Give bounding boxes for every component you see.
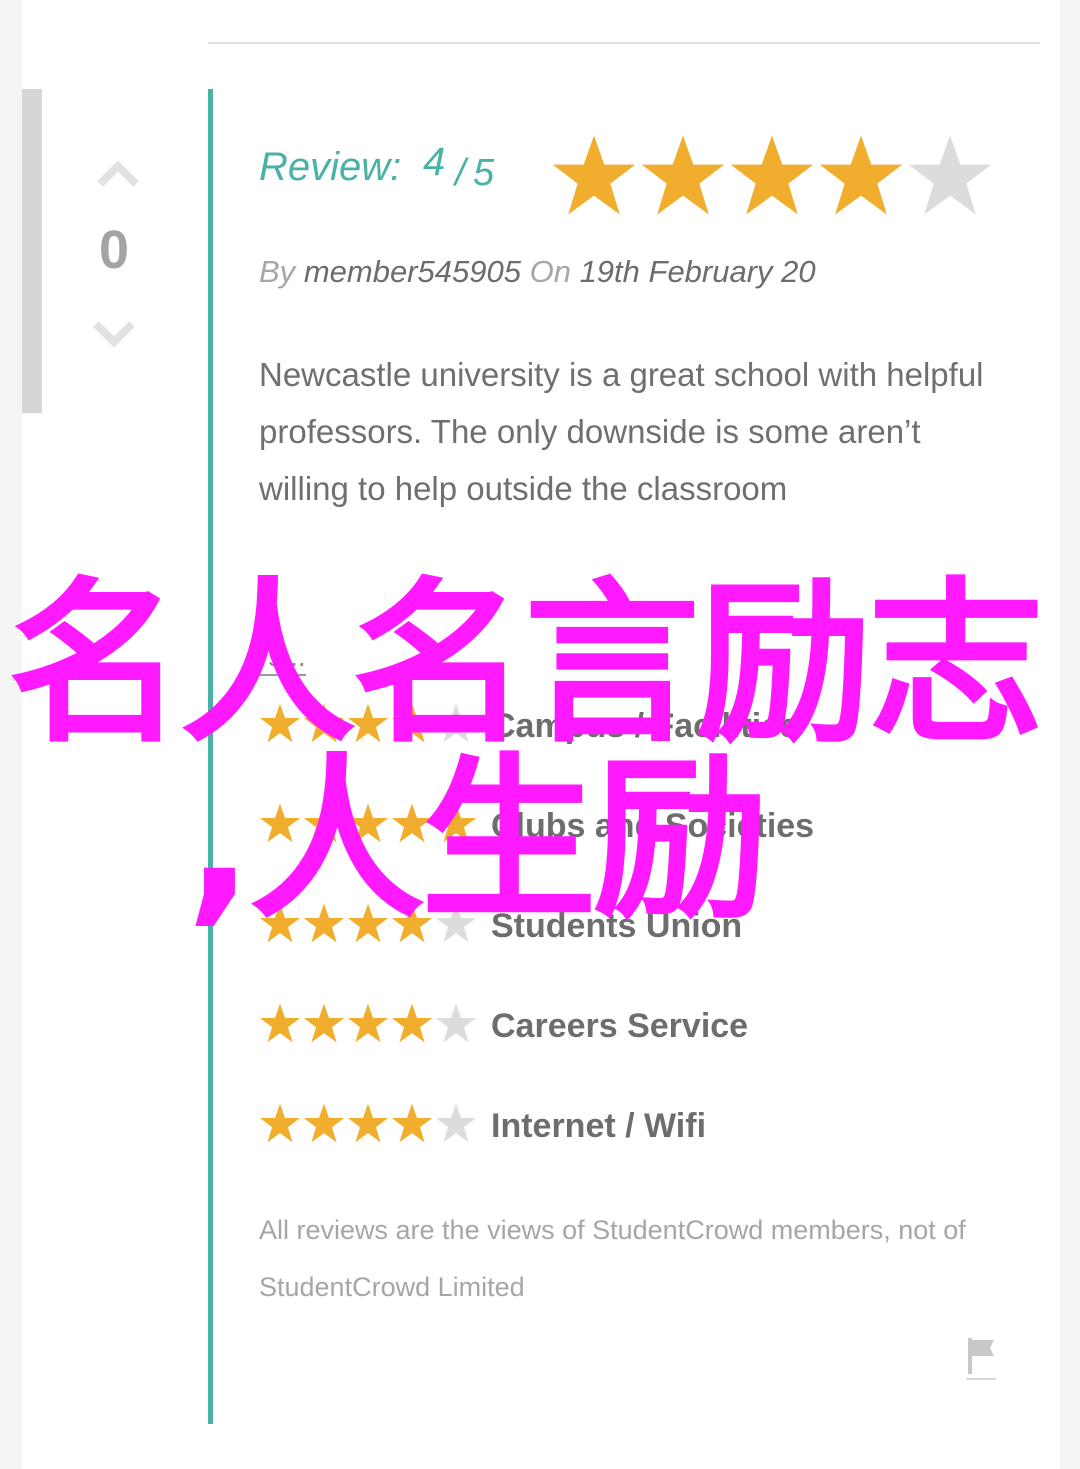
- chevron-down-icon[interactable]: [92, 318, 136, 354]
- star-empty-icon: [435, 1003, 477, 1043]
- review-byline: By member545905 On 19th February 20: [259, 252, 816, 292]
- star-filled-icon: [303, 803, 345, 843]
- star-filled-icon: [552, 135, 636, 215]
- star-filled-icon: [641, 135, 725, 215]
- review-accent-line: [208, 89, 213, 1424]
- star-filled-icon: [391, 903, 433, 943]
- category-label: Campus / Facilities: [491, 707, 799, 745]
- star-filled-icon: [303, 1103, 345, 1143]
- star-filled-icon: [347, 703, 389, 743]
- chevron-up-icon[interactable]: [96, 150, 140, 190]
- star-filled-icon: [730, 135, 814, 215]
- review-slash: /: [455, 152, 466, 194]
- category-label: Students Union: [491, 907, 743, 945]
- vote-bar: [22, 89, 42, 413]
- review-body: Newcastle university is a great school w…: [259, 356, 984, 507]
- star-filled-icon: [391, 803, 433, 843]
- star-empty-icon: [435, 903, 477, 943]
- category-stars: [259, 902, 479, 948]
- flag-icon[interactable]: [966, 1336, 996, 1380]
- star-filled-icon: [435, 803, 477, 843]
- star-filled-icon: [259, 703, 301, 743]
- top-divider: [208, 42, 1040, 44]
- star-empty-icon: [435, 1103, 477, 1143]
- star-empty-icon: [908, 135, 992, 215]
- star-filled-icon: [259, 1103, 301, 1143]
- review-author[interactable]: member545905: [304, 254, 521, 289]
- star-filled-icon: [303, 703, 345, 743]
- star-filled-icon: [259, 1003, 301, 1043]
- category-label: Internet / Wifi: [491, 1107, 707, 1145]
- vote-count: 0: [98, 220, 130, 280]
- star-filled-icon: [391, 1103, 433, 1143]
- star-filled-icon: [259, 903, 301, 943]
- star-filled-icon: [303, 1003, 345, 1043]
- star-filled-icon: [391, 1003, 433, 1043]
- read-more-link[interactable]: rs...: [259, 640, 306, 676]
- overall-rating-stars: [550, 132, 995, 218]
- on-prefix: On: [529, 254, 571, 289]
- category-stars: [259, 702, 479, 748]
- star-empty-icon: [435, 703, 477, 743]
- star-filled-icon: [347, 903, 389, 943]
- star-filled-icon: [303, 903, 345, 943]
- category-label: Careers Service: [491, 1007, 749, 1045]
- star-filled-icon: [259, 803, 301, 843]
- category-label: Clubs and Societies: [491, 807, 815, 845]
- star-filled-icon: [347, 1103, 389, 1143]
- category-stars: [259, 1002, 479, 1048]
- category-stars: [259, 802, 479, 848]
- star-filled-icon: [819, 135, 903, 215]
- review-max: 5: [473, 152, 495, 194]
- disclaimer-text: All reviews are the views of StudentCrow…: [259, 1215, 966, 1302]
- star-filled-icon: [347, 1003, 389, 1043]
- review-label: Review:: [259, 145, 402, 189]
- star-filled-icon: [391, 703, 433, 743]
- star-filled-icon: [347, 803, 389, 843]
- review-date: 19th February 20: [579, 254, 816, 289]
- review-score: 4: [423, 140, 446, 184]
- category-stars: [259, 1102, 479, 1148]
- by-prefix: By: [259, 254, 296, 289]
